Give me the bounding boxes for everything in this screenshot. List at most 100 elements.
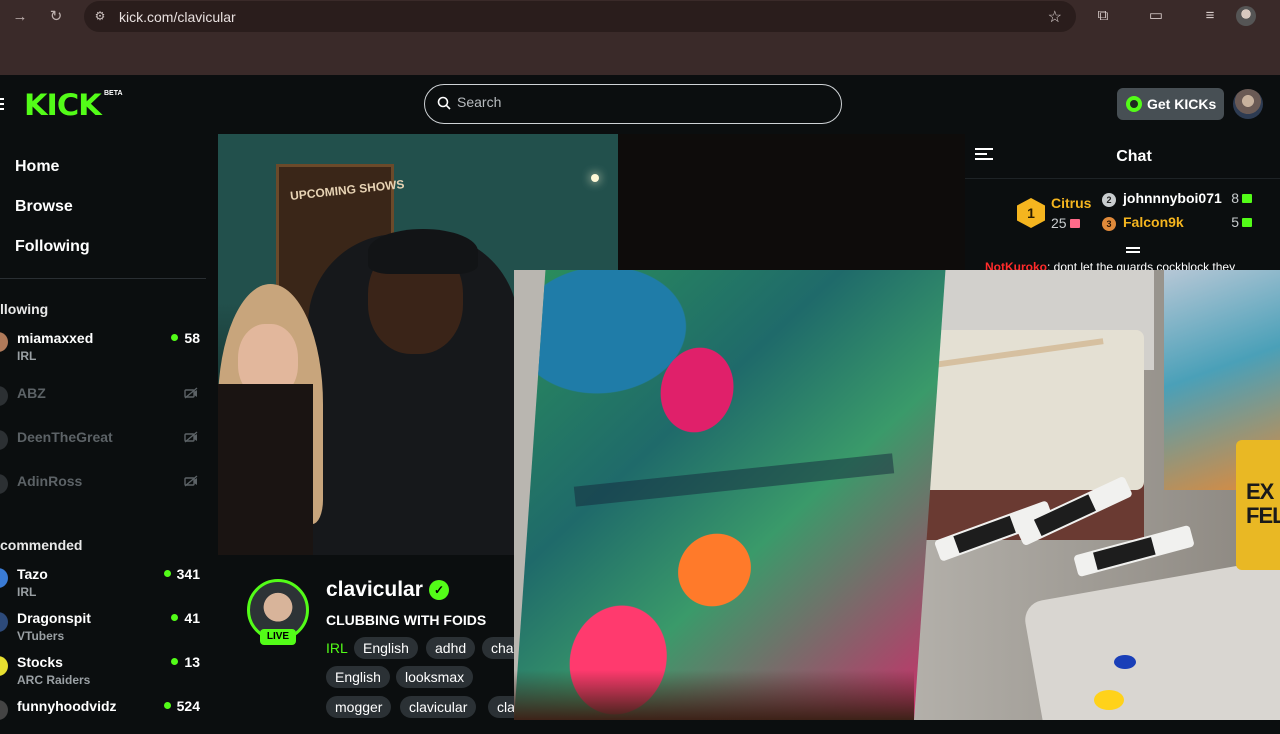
video-scene-person-cap bbox=[368, 229, 478, 274]
tag[interactable]: mogger bbox=[326, 696, 392, 718]
viewer-count: 41 bbox=[171, 610, 200, 626]
leaderboard-name: Falcon9k bbox=[1123, 214, 1184, 230]
video-scene-lamp bbox=[591, 174, 599, 182]
tag[interactable]: clavicular bbox=[400, 696, 477, 718]
channel-name: funnyhoodvidz bbox=[17, 698, 117, 714]
media-controls-icon[interactable]: ≡ bbox=[1200, 6, 1220, 26]
sidebar-item-funnyhoodvidz[interactable]: funnyhoodvidz 524 bbox=[0, 694, 206, 734]
channel-name: Dragonspit bbox=[17, 610, 91, 626]
leaderboard-count: 8 bbox=[1231, 190, 1252, 206]
leaderboard-first-count: 25 bbox=[1051, 215, 1080, 231]
sidebar-item-abz[interactable]: ABZ bbox=[0, 374, 206, 414]
live-dot-icon bbox=[163, 570, 171, 577]
leaderboard-first-name[interactable]: Citrus bbox=[1051, 195, 1091, 211]
drag-handle-icon[interactable] bbox=[1126, 247, 1140, 257]
address-bar[interactable]: ⚙ kick.com/clavicular ☆ bbox=[84, 1, 1076, 32]
viewer-count: 341 bbox=[163, 566, 200, 582]
gift-icon bbox=[1069, 219, 1080, 228]
tag[interactable]: adhd bbox=[426, 637, 476, 659]
streamer-name[interactable]: clavicular bbox=[326, 578, 423, 602]
avatar bbox=[0, 612, 8, 632]
viewer-count: 13 bbox=[171, 654, 200, 670]
rank-1-badge-icon: 1 bbox=[1017, 198, 1045, 228]
cast-icon[interactable]: ▭ bbox=[1146, 6, 1166, 26]
recommended-section-title: commended bbox=[0, 537, 83, 553]
user-avatar[interactable] bbox=[1233, 89, 1263, 119]
url-text[interactable]: kick.com/clavicular bbox=[119, 9, 236, 25]
channel-name: ABZ bbox=[17, 385, 46, 401]
channel-category: IRL bbox=[17, 349, 37, 363]
chat-title: Chat bbox=[1116, 148, 1152, 165]
chat-text: : dont let the guards cockblock they bbox=[1047, 260, 1236, 270]
profile-icon[interactable] bbox=[1236, 6, 1256, 26]
site-header: KICK BETA Get KICKs bbox=[0, 75, 1280, 134]
overlay-scene-easel bbox=[514, 670, 914, 720]
viewer-count: 58 bbox=[171, 330, 200, 346]
overlay-scene-can-text: EX FELC bbox=[1246, 479, 1280, 528]
chat-username[interactable]: NotKuroko bbox=[985, 260, 1047, 270]
tag[interactable]: looksmax bbox=[396, 666, 474, 688]
avatar bbox=[0, 568, 8, 588]
video-scene-person-body bbox=[218, 384, 313, 555]
live-dot-icon bbox=[163, 702, 171, 709]
get-kicks-button[interactable]: Get KICKs bbox=[1117, 88, 1224, 120]
extensions-icon[interactable]: ⧉ bbox=[1093, 6, 1113, 26]
sidebar-divider bbox=[0, 278, 206, 279]
rank-2-badge-icon: 2 bbox=[1102, 193, 1116, 207]
site-settings-icon[interactable]: ⚙ bbox=[92, 8, 108, 24]
verified-check-icon: ✓ bbox=[429, 580, 449, 600]
channel-category: VTubers bbox=[17, 629, 65, 643]
chat-message: NotKuroko: dont let the guards cockblock… bbox=[985, 260, 1235, 270]
stream-title: CLUBBING WITH FOIDS bbox=[326, 612, 487, 628]
stream-info: LIVE clavicular ✓ CLUBBING WITH FOIDS IR… bbox=[218, 555, 514, 720]
reload-icon[interactable]: ↻ bbox=[46, 7, 66, 27]
browser-chrome: → ↻ ⚙ kick.com/clavicular ☆ ⧉ ▭ ≡ bbox=[0, 0, 1280, 75]
chat-divider bbox=[965, 178, 1280, 179]
tag[interactable]: English bbox=[354, 637, 418, 659]
stream-category[interactable]: IRL bbox=[326, 640, 348, 656]
sidebar-item-miamaxxed[interactable]: miamaxxed IRL 58 bbox=[0, 326, 206, 366]
chat-panel: Chat 1 Citrus 25 2 johnnnyboi071 8 3 Fal… bbox=[965, 134, 1280, 270]
gift-icon bbox=[1242, 194, 1252, 203]
leaderboard-count: 5 bbox=[1231, 214, 1252, 230]
channel-name: AdinRoss bbox=[17, 473, 83, 489]
leaderboard-row[interactable]: 3 Falcon9k 5 bbox=[1102, 214, 1252, 234]
leaderboard-row[interactable]: 2 johnnnyboi071 8 bbox=[1102, 190, 1252, 210]
sidebar-item-tazo[interactable]: Tazo IRL 341 bbox=[0, 562, 206, 602]
search-bar[interactable] bbox=[424, 84, 842, 124]
following-section-title: llowing bbox=[0, 301, 49, 317]
beta-label: BETA bbox=[104, 90, 123, 97]
menu-icon[interactable] bbox=[0, 98, 4, 110]
gift-icon bbox=[1242, 218, 1252, 227]
sidebar-item-dragonspit[interactable]: Dragonspit VTubers 41 bbox=[0, 606, 206, 646]
offline-icon bbox=[184, 387, 198, 399]
tag[interactable]: English bbox=[326, 666, 390, 688]
sidebar-item-stocks[interactable]: Stocks ARC Raiders 13 bbox=[0, 650, 206, 690]
rank-3-badge-icon: 3 bbox=[1102, 217, 1116, 231]
forward-icon[interactable]: → bbox=[10, 7, 30, 27]
avatar bbox=[0, 656, 8, 676]
sidebar-item-adinross[interactable]: AdinRoss bbox=[0, 462, 206, 502]
nav-following[interactable]: Following bbox=[15, 238, 90, 256]
tag[interactable]: cla bbox=[488, 696, 514, 718]
sidebar-item-deenthegreat[interactable]: DeenTheGreat bbox=[0, 418, 206, 458]
live-badge: LIVE bbox=[260, 629, 296, 645]
search-icon bbox=[437, 96, 451, 110]
tag[interactable]: chat bbox=[482, 637, 514, 659]
avatar bbox=[0, 430, 8, 450]
bookmark-star-icon[interactable]: ☆ bbox=[1048, 7, 1062, 27]
video-scene-background bbox=[618, 134, 965, 274]
live-dot-icon bbox=[171, 614, 179, 621]
sidebar: Home Browse Following llowing miamaxxed … bbox=[0, 134, 218, 720]
viewer-count: 524 bbox=[163, 698, 200, 714]
paint-tube bbox=[1073, 524, 1195, 578]
avatar bbox=[0, 386, 8, 406]
avatar bbox=[0, 332, 8, 352]
channel-name: Tazo bbox=[17, 566, 48, 582]
nav-home[interactable]: Home bbox=[15, 158, 59, 176]
search-input[interactable] bbox=[457, 94, 817, 110]
kick-logo[interactable]: KICK bbox=[24, 89, 102, 121]
nav-browse[interactable]: Browse bbox=[15, 198, 73, 216]
overlay-video: EX FELC bbox=[514, 270, 1280, 720]
channel-category: IRL bbox=[17, 585, 37, 599]
